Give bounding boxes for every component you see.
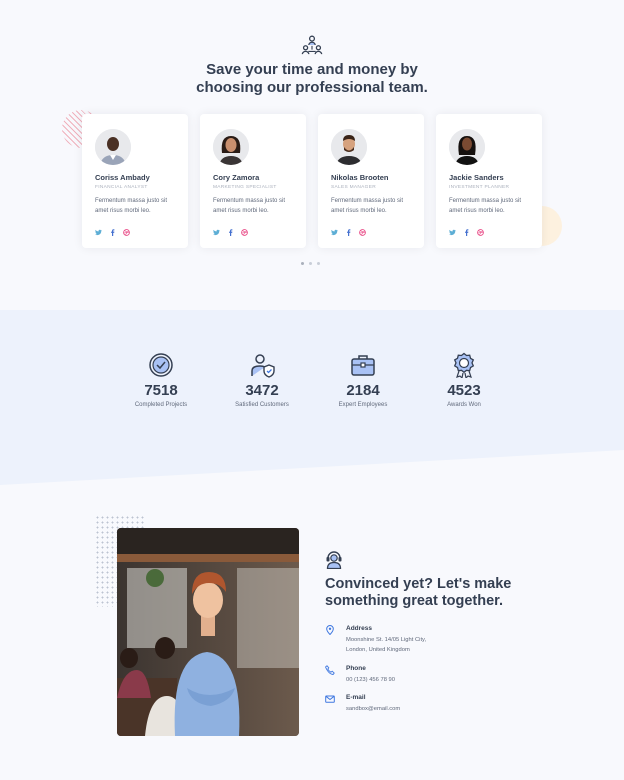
check-badge-icon xyxy=(149,353,173,377)
address-text: Moonshine St. 14/05 Light City, London, … xyxy=(346,635,466,655)
team-card: Cory Zamora MARKETING SPECIALIST Ferment… xyxy=(200,114,306,248)
team-heading-line1: Save your time and money by xyxy=(206,61,418,78)
email-title: E-mail xyxy=(346,694,366,701)
stat-label: Expert Employees xyxy=(338,402,388,408)
social-links xyxy=(449,222,484,236)
member-name: Cory Zamora xyxy=(213,173,260,182)
stat-item: 2184 Expert Employees xyxy=(313,352,413,408)
twitter-icon[interactable] xyxy=(331,223,338,235)
member-role: INVESTMENT PLANNER xyxy=(449,185,510,190)
stat-value: 4523 xyxy=(447,382,481,399)
social-links xyxy=(331,222,366,236)
team-carousel: Coriss Ambady FINANCIAL ANALYST Fermentu… xyxy=(82,114,544,248)
stat-item: 7518 Completed Projects xyxy=(111,352,211,408)
team-icon xyxy=(301,35,323,55)
team-card: Jackie Sanders INVESTMENT PLANNER Fermen… xyxy=(436,114,542,248)
stat-label: Satisfied Customers xyxy=(235,402,289,408)
facebook-icon[interactable] xyxy=(109,223,116,236)
contact-heading-line2: something great together. xyxy=(325,593,504,609)
avatar xyxy=(95,129,131,165)
social-links xyxy=(95,222,130,236)
phone-title: Phone xyxy=(346,665,366,672)
stat-item: 3472 Satisfied Customers xyxy=(212,352,312,408)
dribbble-icon[interactable] xyxy=(241,223,248,236)
address-line2: London, United Kingdom xyxy=(346,647,410,653)
stat-item: 4523 Awards Won xyxy=(414,352,514,408)
avatar xyxy=(213,129,249,165)
award-icon xyxy=(453,352,475,378)
carousel-dot[interactable] xyxy=(317,262,320,265)
member-bio: Fermentum massa justo sit amet risus mor… xyxy=(213,198,286,214)
stat-label: Completed Projects xyxy=(134,402,188,408)
facebook-icon[interactable] xyxy=(345,223,352,236)
team-photo xyxy=(117,528,299,736)
email-value[interactable]: sandbox@email.com xyxy=(346,704,466,714)
stats-section xyxy=(0,310,624,485)
member-bio: Fermentum massa justo sit amet risus mor… xyxy=(95,198,168,214)
headset-icon xyxy=(326,551,342,569)
address-title: Address xyxy=(346,625,373,632)
avatar xyxy=(331,129,367,165)
contact-heading-line1: Convinced yet? Let's make xyxy=(325,576,512,592)
member-role: FINANCIAL ANALYST xyxy=(95,185,148,190)
location-pin-icon xyxy=(326,625,334,635)
facebook-icon[interactable] xyxy=(227,223,234,236)
user-shield-icon xyxy=(251,354,275,378)
contact-heading: Convinced yet? Let's make something grea… xyxy=(325,576,555,610)
team-heading-line2: choosing our professional team. xyxy=(196,79,428,96)
team-card: Coriss Ambady FINANCIAL ANALYST Fermentu… xyxy=(82,114,188,248)
twitter-icon[interactable] xyxy=(95,223,102,235)
member-name: Nikolas Brooten xyxy=(331,173,389,182)
facebook-icon[interactable] xyxy=(463,223,470,236)
dribbble-icon[interactable] xyxy=(123,223,130,236)
stat-label: Awards Won xyxy=(447,402,481,408)
member-role: SALES MANAGER xyxy=(331,185,376,190)
carousel-dot[interactable] xyxy=(309,262,312,265)
member-bio: Fermentum massa justo sit amet risus mor… xyxy=(331,198,404,214)
team-heading: Save your time and money by choosing our… xyxy=(0,61,624,97)
twitter-icon[interactable] xyxy=(449,223,456,235)
member-name: Coriss Ambady xyxy=(95,173,150,182)
envelope-icon xyxy=(325,695,335,703)
address-line1: Moonshine St. 14/05 Light City, xyxy=(346,637,427,643)
team-card: Nikolas Brooten SALES MANAGER Fermentum … xyxy=(318,114,424,248)
twitter-icon[interactable] xyxy=(213,223,220,235)
stat-value: 2184 xyxy=(346,382,380,399)
dribbble-icon[interactable] xyxy=(359,223,366,236)
member-role: MARKETING SPECIALIST xyxy=(213,185,277,190)
social-links xyxy=(213,222,248,236)
briefcase-icon xyxy=(351,355,375,376)
carousel-dot[interactable] xyxy=(301,262,304,265)
member-name: Jackie Sanders xyxy=(449,173,504,182)
stat-value: 7518 xyxy=(144,382,178,399)
phone-icon xyxy=(325,665,335,675)
avatar xyxy=(449,129,485,165)
stat-value: 3472 xyxy=(245,382,279,399)
dribbble-icon[interactable] xyxy=(477,223,484,236)
carousel-pagination xyxy=(301,262,320,265)
phone-value[interactable]: 00 (123) 456 78 90 xyxy=(346,675,466,685)
team-section: Save your time and money by choosing our… xyxy=(0,0,624,310)
member-bio: Fermentum massa justo sit amet risus mor… xyxy=(449,198,522,214)
